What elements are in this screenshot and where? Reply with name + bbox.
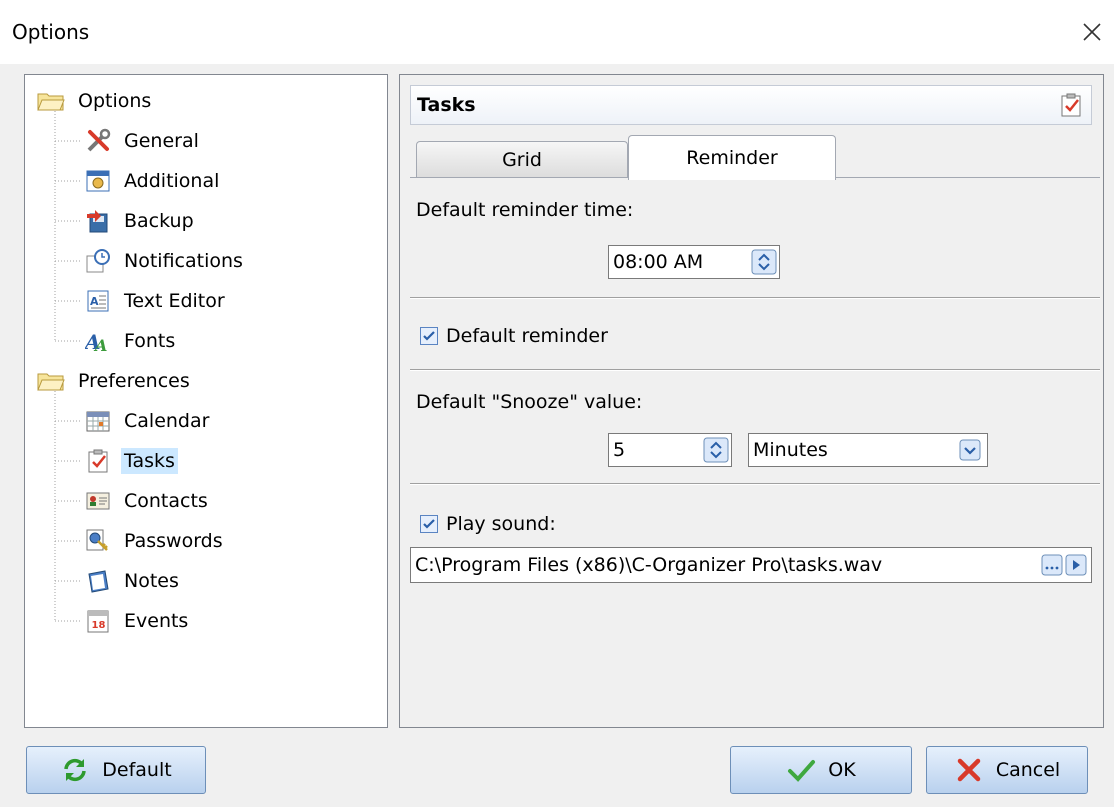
backup-icon — [87, 210, 108, 233]
button-label: Cancel — [995, 759, 1061, 781]
tab-label: Reminder — [686, 147, 778, 169]
default-reminder-time-field[interactable]: 08:00 AM — [608, 245, 780, 279]
checkbox-box — [420, 515, 438, 533]
tasks-checklist-icon — [1061, 93, 1081, 117]
tree-item-contacts[interactable]: Contacts — [85, 485, 211, 517]
snooze-value-field[interactable]: 5 — [608, 433, 732, 467]
tree-item-label: Notes — [124, 570, 179, 592]
cancel-x-icon — [957, 758, 981, 782]
tree-item-label: General — [124, 130, 199, 152]
refresh-icon — [64, 758, 87, 782]
svg-text:A: A — [93, 336, 107, 354]
tree-item-label: Contacts — [124, 490, 208, 512]
tree-item-passwords[interactable]: Passwords — [85, 525, 226, 557]
tree-item-label: Backup — [124, 210, 194, 232]
snooze-unit-select[interactable]: Minutes — [748, 433, 988, 467]
default-reminder-time-label: Default reminder time: — [416, 199, 634, 221]
notification-clock-icon — [86, 249, 110, 273]
checkmark-icon — [788, 760, 816, 782]
cancel-button[interactable]: Cancel — [926, 746, 1088, 794]
contact-card-icon — [86, 492, 110, 510]
sound-path-field[interactable]: C:\Program Files (x86)\C-Organizer Pro\t… — [410, 547, 1092, 583]
tree-item-calendar[interactable]: Calendar — [85, 405, 212, 437]
spin-buttons-icon[interactable] — [751, 249, 777, 275]
tab-label: Grid — [502, 149, 542, 171]
tab-reminder[interactable]: Reminder — [628, 135, 836, 180]
tab-strip: Grid Reminder — [410, 135, 1100, 180]
tree-item-notes[interactable]: Notes — [85, 565, 182, 597]
default-reminder-checkbox[interactable]: Default reminder — [420, 325, 608, 347]
notes-icon — [88, 570, 109, 593]
browse-icon[interactable] — [1041, 554, 1063, 576]
tree-item-label: Calendar — [124, 410, 210, 432]
snooze-unit-value: Minutes — [753, 439, 828, 461]
options-dialog: Options Options General Additional Backu… — [0, 0, 1114, 807]
folder-icon — [37, 373, 65, 391]
window-title: Options — [12, 20, 90, 44]
tree-group-options[interactable]: Options — [37, 85, 154, 117]
tree-item-label: Fonts — [124, 330, 176, 352]
panel-title: Tasks — [417, 94, 476, 116]
time-value: 08:00 AM — [613, 251, 704, 273]
tree-group-preferences[interactable]: Preferences — [37, 365, 193, 397]
tab-grid[interactable]: Grid — [416, 141, 628, 178]
chevron-down-icon[interactable] — [959, 439, 981, 461]
ok-button[interactable]: OK — [730, 746, 912, 794]
tasks-checklist-icon — [88, 449, 108, 473]
event-calendar-icon: 18 — [87, 610, 109, 633]
tree-item-tasks[interactable]: Tasks — [85, 445, 178, 477]
checkbox-box — [420, 327, 438, 345]
play-sound-checkbox[interactable]: Play sound: — [420, 513, 556, 535]
separator — [410, 483, 1100, 485]
event-day-number: 18 — [92, 620, 106, 631]
panel-header: Tasks — [410, 85, 1092, 125]
tree-item-backup[interactable]: Backup — [85, 205, 197, 237]
settings-window-icon — [86, 170, 110, 192]
tree-item-additional[interactable]: Additional — [85, 165, 222, 197]
button-label: Default — [102, 759, 172, 781]
button-label: OK — [828, 759, 856, 781]
calendar-icon — [86, 411, 110, 432]
checkbox-label: Play sound: — [446, 513, 556, 535]
close-icon[interactable] — [1078, 18, 1106, 46]
tree-group-label: Options — [78, 90, 152, 112]
checkbox-label: Default reminder — [446, 325, 608, 347]
separator — [410, 369, 1100, 371]
text-editor-icon: A — [87, 290, 109, 312]
options-tree[interactable]: Options General Additional Backup Notifi… — [24, 74, 388, 728]
tree-item-label: Tasks — [121, 448, 178, 474]
tools-icon — [87, 128, 111, 152]
sound-path-value: C:\Program Files (x86)\C-Organizer Pro\t… — [415, 554, 883, 576]
tree-group-label: Preferences — [78, 370, 190, 392]
settings-panel: Tasks Grid Reminder Default reminder tim… — [399, 74, 1104, 728]
tree-item-general[interactable]: General — [85, 125, 202, 157]
tree-item-notifications[interactable]: Notifications — [85, 245, 246, 277]
separator — [410, 297, 1100, 299]
spin-buttons-icon[interactable] — [703, 437, 729, 463]
play-icon[interactable] — [1065, 554, 1087, 576]
tree-item-events[interactable]: 18 Events — [85, 605, 191, 637]
default-button[interactable]: Default — [26, 746, 206, 794]
tree-item-label: Notifications — [124, 250, 243, 272]
tree-item-label: Additional — [124, 170, 220, 192]
tree-item-fonts[interactable]: A A Fonts — [85, 325, 178, 357]
svg-text:A: A — [90, 295, 99, 308]
snooze-label: Default "Snooze" value: — [416, 391, 643, 413]
title-bar: Options — [0, 0, 1114, 64]
password-key-icon — [86, 529, 108, 551]
fonts-icon: A A — [85, 330, 107, 354]
tree-item-label: Passwords — [124, 530, 223, 552]
tree-item-label: Events — [124, 610, 189, 632]
tree-item-label: Text Editor — [124, 290, 225, 312]
folder-icon — [37, 93, 65, 111]
snooze-value: 5 — [613, 439, 626, 461]
tree-item-text-editor[interactable]: A Text Editor — [85, 285, 228, 317]
